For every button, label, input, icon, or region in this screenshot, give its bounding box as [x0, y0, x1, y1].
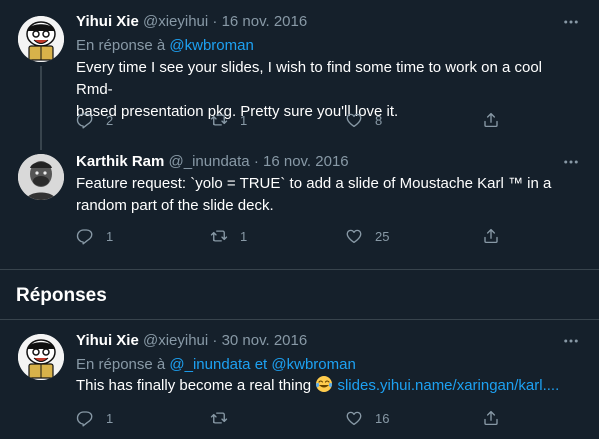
tears-of-joy-emoji [316, 376, 333, 392]
avatar-image [18, 334, 64, 380]
reply-icon [76, 227, 94, 245]
share-button[interactable] [482, 226, 500, 246]
reply-conjunction: et [254, 356, 268, 373]
like-icon [345, 227, 363, 245]
more-icon[interactable] [561, 12, 581, 32]
retweet-count: 1 [240, 228, 248, 244]
like-icon [345, 111, 363, 129]
retweet-button[interactable]: 1 [210, 226, 247, 246]
separator-dot: · [253, 153, 259, 170]
retweet-button[interactable]: 1 [210, 110, 247, 130]
share-icon [482, 409, 500, 427]
thread-line [40, 140, 42, 150]
avatar-yihui[interactable] [18, 16, 64, 62]
share-button[interactable] [482, 110, 500, 130]
tweet-date[interactable]: 16 nov. 2016 [222, 13, 308, 30]
share-button[interactable] [482, 408, 500, 428]
like-count: 8 [375, 112, 383, 128]
author-name[interactable]: Yihui Xie [76, 13, 139, 30]
like-count: 16 [375, 410, 390, 426]
tweet-date[interactable]: 30 nov. 2016 [222, 332, 308, 349]
tweet-3[interactable]: Yihui Xie @xieyihui · 30 nov. 2016 En ré… [0, 320, 599, 439]
avatar-image [18, 16, 64, 62]
author-handle[interactable]: @xieyihui [143, 13, 208, 30]
tweet-header: Karthik Ram @_inundata · 16 nov. 2016 [76, 153, 349, 171]
like-button[interactable]: 8 [345, 110, 382, 130]
author-name[interactable]: Karthik Ram [76, 153, 164, 170]
like-button[interactable]: 16 [345, 408, 389, 428]
reply-count: 2 [106, 112, 114, 128]
reply-button[interactable]: 1 [76, 408, 113, 428]
tweet-text-line: Every time I see your slides, I wish to … [76, 59, 543, 98]
like-count: 25 [375, 228, 390, 244]
share-icon [482, 227, 500, 245]
tweet-header: Yihui Xie @xieyihui · 30 nov. 2016 [76, 332, 307, 350]
reply-handle[interactable]: @kwbroman [271, 356, 355, 373]
tweet-text-line: This has finally become a real thing [76, 377, 312, 394]
tweet-header: Yihui Xie @xieyihui · 16 nov. 2016 [76, 13, 307, 31]
reply-count: 1 [106, 410, 114, 426]
reply-context: En réponse à @kwbroman [76, 37, 254, 54]
avatar-image [18, 154, 64, 200]
tweet-1[interactable]: Yihui Xie @xieyihui · 16 nov. 2016 En ré… [0, 0, 599, 150]
reply-button[interactable]: 1 [76, 226, 113, 246]
author-handle[interactable]: @xieyihui [143, 332, 208, 349]
avatar-yihui[interactable] [18, 334, 64, 380]
reply-icon [76, 409, 94, 427]
tweet-text: Feature request: `yolo = TRUE` to add a … [76, 173, 576, 217]
reply-context: En réponse à @_inundata et @kwbroman [76, 356, 356, 373]
author-handle[interactable]: @_inundata [169, 153, 250, 170]
thread-line [40, 66, 42, 150]
reply-count: 1 [106, 228, 114, 244]
retweet-count: 1 [240, 112, 248, 128]
tweet-text: This has finally become a real thing sli… [76, 375, 576, 397]
divider [0, 269, 599, 270]
reply-prefix: En réponse à [76, 37, 166, 54]
retweet-icon [210, 227, 228, 245]
tweet-text-line: random part of the slide deck. [76, 197, 274, 214]
reply-button[interactable]: 2 [76, 110, 113, 130]
tweet-actions: 2 1 8 [76, 110, 506, 130]
retweet-button[interactable] [210, 408, 240, 428]
tweet-actions: 1 16 [76, 408, 506, 428]
avatar-karthik[interactable] [18, 154, 64, 200]
more-icon[interactable] [561, 152, 581, 172]
more-icon[interactable] [561, 331, 581, 351]
reply-prefix: En réponse à [76, 356, 166, 373]
like-button[interactable]: 25 [345, 226, 389, 246]
reply-icon [76, 111, 94, 129]
section-title: Réponses [16, 285, 107, 306]
like-icon [345, 409, 363, 427]
share-icon [482, 111, 500, 129]
reply-handle[interactable]: @_inundata [169, 356, 250, 373]
tweet-2[interactable]: Karthik Ram @_inundata · 16 nov. 2016 Fe… [0, 140, 599, 270]
tweet-actions: 1 1 25 [76, 226, 506, 246]
tweet-date[interactable]: 16 nov. 2016 [263, 153, 349, 170]
tweet-text-line: Feature request: `yolo = TRUE` to add a … [76, 175, 552, 192]
separator-dot: · [212, 332, 218, 349]
separator-dot: · [212, 13, 218, 30]
retweet-icon [210, 409, 228, 427]
tweet-link[interactable]: slides.yihui.name/xaringan/karl.... [337, 377, 559, 394]
author-name[interactable]: Yihui Xie [76, 332, 139, 349]
retweet-icon [210, 111, 228, 129]
reply-handle[interactable]: @kwbroman [169, 37, 253, 54]
